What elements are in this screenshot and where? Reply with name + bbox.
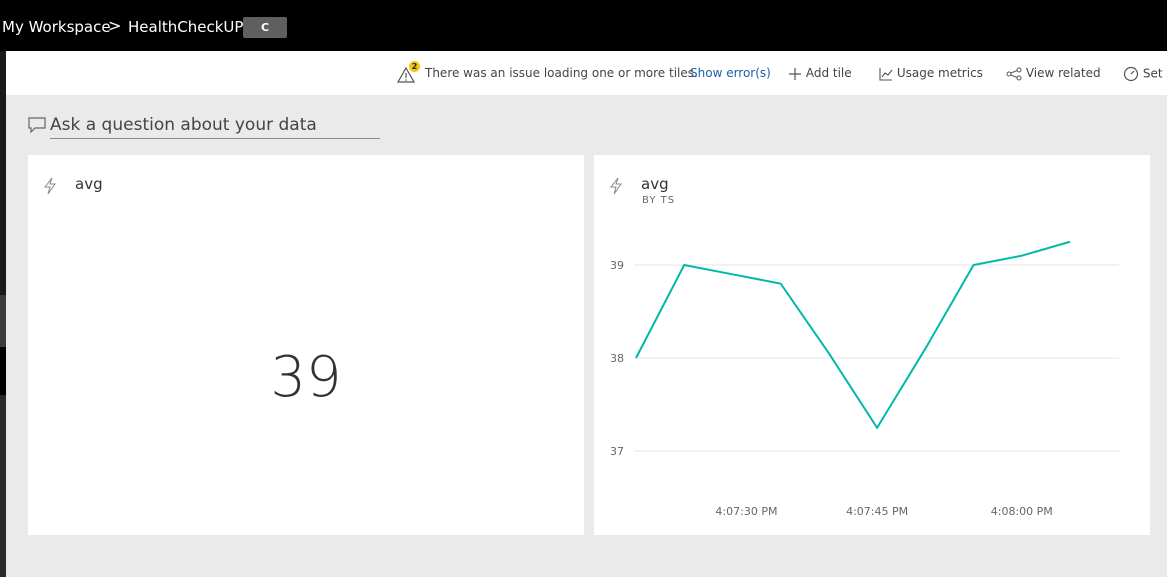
x-tick-label: 4:07:30 PM xyxy=(715,505,777,518)
nav-segment xyxy=(0,295,6,347)
line-chart-icon xyxy=(879,67,893,81)
nav-segment xyxy=(0,395,6,577)
data-point[interactable] xyxy=(633,355,639,361)
card-tile[interactable]: avg 39 xyxy=(28,155,584,535)
warning-count: 2 xyxy=(409,61,420,72)
warning-indicator[interactable]: 2 xyxy=(397,61,420,83)
data-point[interactable] xyxy=(778,281,784,287)
usage-metrics-button[interactable]: Usage metrics xyxy=(879,66,983,81)
settings-label: Set xyxy=(1142,66,1163,81)
data-point[interactable] xyxy=(874,425,880,431)
add-tile-button[interactable]: Add tile xyxy=(788,66,852,81)
lightning-icon xyxy=(43,177,56,195)
data-point[interactable] xyxy=(826,350,832,356)
show-errors-link[interactable]: Show error(s) xyxy=(690,66,771,80)
breadcrumb-separator: > xyxy=(108,16,122,35)
gauge-icon xyxy=(1123,66,1139,82)
add-tile-label: Add tile xyxy=(805,66,852,80)
x-tick-label: 4:07:45 PM xyxy=(846,505,908,518)
usage-metrics-label: Usage metrics xyxy=(896,66,983,80)
qa-input[interactable] xyxy=(50,112,380,139)
issue-message: There was an issue loading one or more t… xyxy=(425,66,698,80)
breadcrumb-workspace[interactable]: My Workspace xyxy=(2,18,111,36)
view-related-button[interactable]: View related xyxy=(1006,66,1101,81)
comment-icon xyxy=(28,117,46,133)
line-chart: 37 38 39 4:07:30 PM 4:07:45 PM 4:08:00 PM xyxy=(610,239,1119,518)
y-tick-label: 37 xyxy=(610,445,624,458)
series-line[interactable] xyxy=(635,240,1071,430)
data-point[interactable] xyxy=(681,262,687,268)
data-point[interactable] xyxy=(1067,239,1073,245)
y-tick-label: 39 xyxy=(610,259,624,272)
nav-segment xyxy=(0,347,6,395)
left-nav-strip xyxy=(0,51,6,577)
share-nodes-icon xyxy=(1006,67,1022,80)
data-point[interactable] xyxy=(971,262,977,268)
settings-button[interactable]: Set xyxy=(1123,66,1163,82)
tile-title: avg xyxy=(75,175,103,193)
y-tick-label: 38 xyxy=(610,352,624,365)
x-tick-label: 4:08:00 PM xyxy=(991,505,1053,518)
data-point[interactable] xyxy=(922,346,928,352)
data-point[interactable] xyxy=(729,271,735,277)
plus-icon xyxy=(789,67,801,80)
data-point[interactable] xyxy=(1019,253,1025,259)
action-bar: 2 There was an issue loading one or more… xyxy=(6,51,1167,95)
view-related-label: View related xyxy=(1025,66,1101,80)
status-badge: C xyxy=(243,17,287,38)
breadcrumb-dashboard[interactable]: HealthCheckUP xyxy=(128,18,243,36)
top-bar: My Workspace > HealthCheckUP C xyxy=(0,0,1167,51)
card-value: 39 xyxy=(270,345,342,410)
line-chart-tile[interactable]: avg BY TS 37 38 39 4:07:30 PM 4:07:45 PM 4:08… xyxy=(594,155,1150,535)
